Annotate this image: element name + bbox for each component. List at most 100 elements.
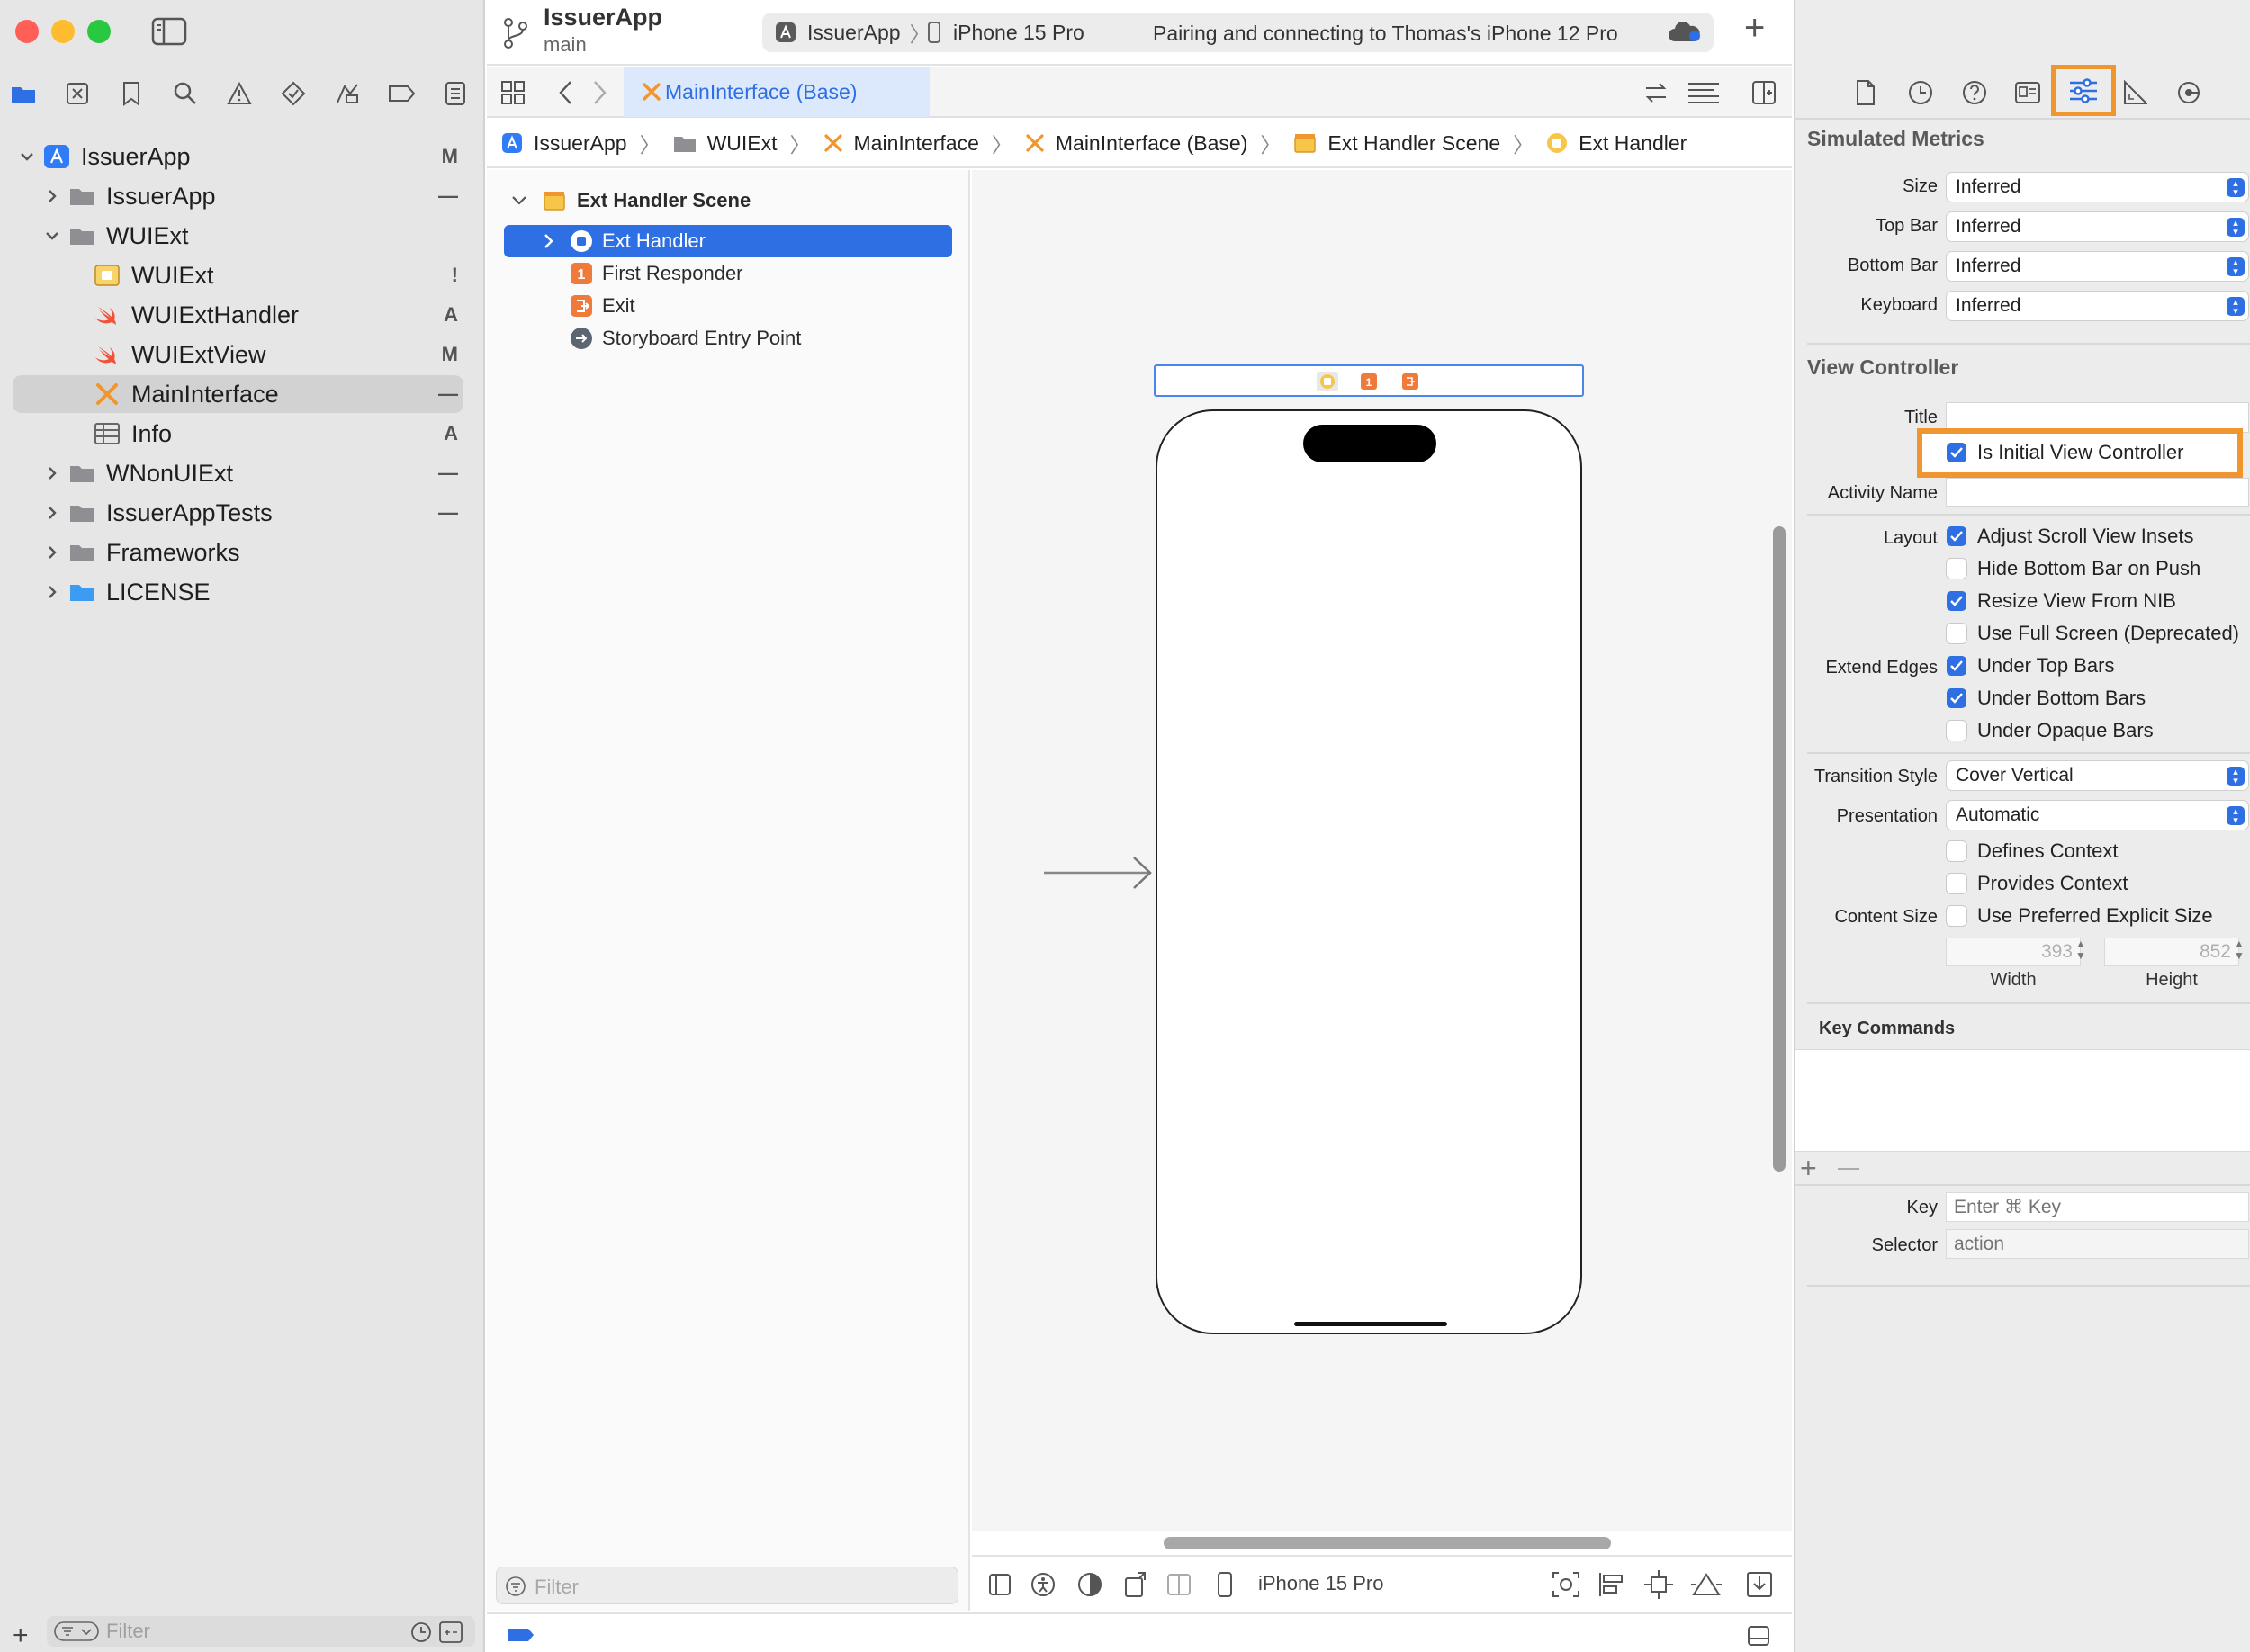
- embed-in-icon[interactable]: [1746, 1571, 1773, 1598]
- source-control-navigator-icon[interactable]: [59, 76, 95, 112]
- key-commands-list[interactable]: [1796, 1049, 2250, 1152]
- align-icon[interactable]: [1598, 1571, 1626, 1598]
- chevron-right-icon[interactable]: [43, 187, 61, 205]
- entry-point-arrow[interactable]: [1044, 850, 1156, 895]
- key-field[interactable]: [1947, 1193, 2248, 1221]
- tree-item-issuerapptests[interactable]: IssuerAppTests —: [13, 494, 464, 532]
- breakpoints-toggle-icon[interactable]: [507, 1627, 536, 1643]
- chevron-down-icon[interactable]: [43, 227, 61, 245]
- debug-navigator-icon[interactable]: [329, 76, 365, 112]
- outline-scene-row[interactable]: Ext Handler Scene: [500, 184, 751, 217]
- use-full-screen-checkbox[interactable]: Use Full Screen (Deprecated): [1947, 620, 2239, 647]
- outline-filter-field[interactable]: Filter: [496, 1567, 958, 1604]
- recent-files-icon[interactable]: [410, 1621, 432, 1643]
- issue-navigator-icon[interactable]: [221, 76, 257, 112]
- tree-item-wuiexthandler[interactable]: WUIExtHandler A: [13, 296, 464, 334]
- scene-dock[interactable]: 1: [1154, 364, 1584, 397]
- editor-options-icon[interactable]: [1687, 80, 1721, 105]
- initial-view-controller-checkbox[interactable]: Is Initial View Controller: [1947, 439, 2183, 466]
- breadcrumb-item[interactable]: IssuerApp: [534, 131, 627, 156]
- tree-item-wuiext-target[interactable]: WUIExt !: [13, 256, 464, 294]
- split-view-icon[interactable]: [1166, 1573, 1192, 1596]
- tab-maininterface-base[interactable]: MainInterface (Base): [624, 67, 930, 117]
- chevron-right-icon[interactable]: [541, 232, 557, 250]
- checkbox-unchecked[interactable]: [1947, 841, 1966, 861]
- tree-item-wuiext-folder[interactable]: WUIExt: [13, 217, 464, 255]
- checkbox-checked[interactable]: [1947, 526, 1966, 546]
- remove-key-command-button[interactable]: [1838, 1168, 1859, 1170]
- related-items-grid-icon[interactable]: [500, 80, 526, 105]
- checkbox-unchecked[interactable]: [1947, 874, 1966, 893]
- checkbox-unchecked[interactable]: [1947, 559, 1966, 579]
- accessibility-icon[interactable]: [1030, 1572, 1056, 1597]
- selector-field[interactable]: [1947, 1230, 2248, 1258]
- bookmark-navigator-icon[interactable]: [113, 76, 149, 112]
- presentation-popup[interactable]: Automatic ▴ ▾: [1947, 801, 2248, 830]
- top-bar-popup[interactable]: Inferred ▴ ▾: [1947, 212, 2248, 241]
- test-navigator-icon[interactable]: [275, 76, 311, 112]
- help-inspector-icon[interactable]: [1961, 79, 1988, 106]
- breadcrumb-item[interactable]: Ext Handler Scene: [1328, 131, 1500, 156]
- destination-selector[interactable]: iPhone 15 Pro: [928, 18, 1084, 47]
- checkbox-unchecked[interactable]: [1947, 721, 1966, 741]
- chevron-right-icon[interactable]: [43, 543, 61, 561]
- breakpoint-navigator-icon[interactable]: [383, 76, 419, 112]
- under-top-bars-checkbox[interactable]: Under Top Bars: [1947, 652, 2114, 679]
- scm-modified-filter-icon[interactable]: [439, 1621, 463, 1643]
- swap-icon[interactable]: [1642, 80, 1670, 105]
- resize-from-nib-checkbox[interactable]: Resize View From NIB: [1947, 588, 2176, 615]
- size-popup[interactable]: Inferred ▴ ▾: [1947, 173, 2248, 202]
- outline-exit-row[interactable]: Exit: [500, 290, 635, 322]
- filter-options-icon[interactable]: [54, 1621, 99, 1641]
- resolve-autolayout-icon[interactable]: [1690, 1569, 1723, 1600]
- iphone-scene-frame[interactable]: [1156, 409, 1582, 1334]
- width-stepper-icon[interactable]: ▲ ▼: [2073, 938, 2089, 965]
- bottom-bar-popup[interactable]: Inferred ▴ ▾: [1947, 252, 2248, 281]
- outline-entry-point-row[interactable]: Storyboard Entry Point: [500, 322, 801, 355]
- attributes-inspector-icon[interactable]: [2068, 77, 2099, 104]
- add-editor-icon[interactable]: [1751, 80, 1777, 105]
- find-navigator-icon[interactable]: [167, 76, 203, 112]
- tree-item-wnonuiext[interactable]: WNonUIExt —: [13, 454, 464, 492]
- scene-dock-exit-icon[interactable]: [1402, 373, 1418, 390]
- navigator-filter-field[interactable]: Filter: [47, 1616, 475, 1647]
- add-library-button[interactable]: +: [1744, 8, 1765, 49]
- project-navigator-icon[interactable]: [5, 76, 41, 112]
- debug-area-toggle-icon[interactable]: [1747, 1625, 1770, 1647]
- add-key-command-button[interactable]: +: [1800, 1152, 1817, 1185]
- scene-dock-vc-icon[interactable]: [1317, 372, 1338, 391]
- hide-bottom-bar-checkbox[interactable]: Hide Bottom Bar on Push: [1947, 555, 2200, 582]
- width-field[interactable]: 393: [1947, 938, 2080, 965]
- keyboard-popup[interactable]: Inferred ▴ ▾: [1947, 292, 2248, 320]
- orientation-icon[interactable]: [1123, 1569, 1150, 1598]
- checkbox-unchecked[interactable]: [1947, 906, 1966, 926]
- outline-first-responder-row[interactable]: 1 First Responder: [500, 257, 743, 290]
- add-constraints-icon[interactable]: [1643, 1569, 1674, 1600]
- chevron-right-icon[interactable]: [43, 464, 61, 482]
- report-navigator-icon[interactable]: [437, 76, 473, 112]
- sidebar-toggle-icon[interactable]: [151, 17, 187, 46]
- height-field[interactable]: 852: [2105, 938, 2238, 965]
- file-inspector-icon[interactable]: [1855, 79, 1876, 106]
- attributes-inspector-tab[interactable]: [2051, 65, 2116, 116]
- provides-context-checkbox[interactable]: Provides Context: [1947, 870, 2128, 897]
- breadcrumb-item[interactable]: WUIExt: [707, 131, 778, 156]
- scene-dock-first-responder-icon[interactable]: 1: [1361, 373, 1377, 390]
- outline-ext-handler-row[interactable]: Ext Handler: [500, 225, 706, 257]
- close-window-button[interactable]: [15, 20, 39, 43]
- vertical-scrollbar[interactable]: [1773, 526, 1786, 1172]
- under-bottom-bars-checkbox[interactable]: Under Bottom Bars: [1947, 685, 2146, 712]
- chevron-down-icon[interactable]: [18, 148, 36, 166]
- size-inspector-icon[interactable]: [2122, 79, 2147, 106]
- tree-item-maininterface[interactable]: MainInterface —: [13, 375, 464, 413]
- adjust-scroll-insets-checkbox[interactable]: Adjust Scroll View Insets: [1947, 523, 2193, 550]
- cloud-status-icon[interactable]: [1668, 18, 1704, 45]
- appearance-icon[interactable]: [1077, 1572, 1102, 1597]
- breadcrumb-item[interactable]: Ext Handler: [1579, 131, 1687, 156]
- checkbox-unchecked[interactable]: [1947, 624, 1966, 643]
- history-inspector-icon[interactable]: [1907, 79, 1934, 106]
- checkbox-checked[interactable]: [1947, 443, 1966, 462]
- checkbox-checked[interactable]: [1947, 656, 1966, 676]
- toggle-outline-icon[interactable]: [988, 1573, 1012, 1596]
- scheme-selector[interactable]: IssuerApp 〉: [775, 18, 940, 47]
